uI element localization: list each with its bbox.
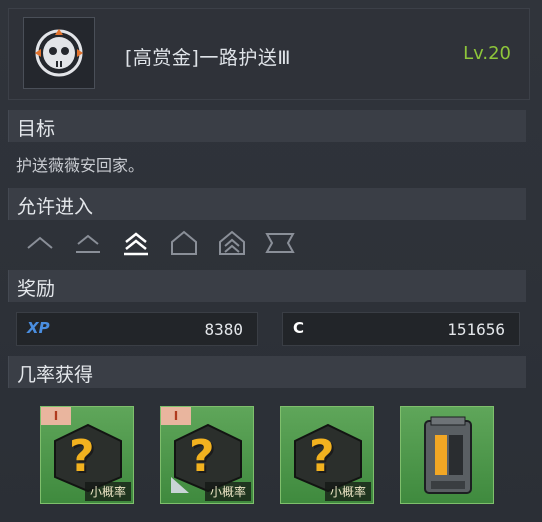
xp-value: 8380	[204, 320, 243, 339]
credits-reward: C 151656	[282, 312, 520, 346]
chevron-3-icon[interactable]	[120, 228, 152, 258]
drop-item-2[interactable]: ? I 小概率	[160, 406, 254, 504]
drop-item-4[interactable]	[400, 406, 494, 504]
house-chevrons-icon[interactable]	[216, 228, 248, 258]
xp-icon: XP	[27, 319, 50, 337]
drop-chance: 小概率	[204, 482, 251, 501]
canister-icon	[424, 416, 472, 494]
banner-icon[interactable]	[264, 228, 296, 258]
rewards-label: 奖励	[17, 278, 56, 300]
drop-item-1[interactable]: ? I 小概率	[40, 406, 134, 504]
difficulty-row	[24, 228, 324, 258]
house-icon[interactable]	[168, 228, 200, 258]
objective-section-header: 目标	[8, 110, 526, 142]
mission-panel: [高赏金]一路护送Ⅲ Lv.20 目标 护送薇薇安回家。 允许进入 奖励 XP …	[0, 0, 542, 522]
tier-tag: I	[41, 407, 71, 425]
question-mark-icon: ?	[69, 431, 95, 482]
chevron-2-icon[interactable]	[72, 228, 104, 258]
tier-tag: I	[161, 407, 191, 425]
chevron-1-icon[interactable]	[24, 228, 56, 258]
drops-label: 几率获得	[17, 364, 94, 386]
drop-chance: 小概率	[324, 482, 371, 501]
entry-label: 允许进入	[17, 196, 94, 218]
rewards-section-header: 奖励	[8, 270, 526, 302]
xp-reward: XP 8380	[16, 312, 258, 346]
drop-chance: 小概率	[84, 482, 131, 501]
credits-icon: C	[293, 319, 305, 337]
objective-text: 护送薇薇安回家。	[16, 156, 145, 175]
entry-section-header: 允许进入	[8, 188, 526, 220]
objective-label: 目标	[17, 118, 56, 140]
mission-title: [高赏金]一路护送Ⅲ	[125, 47, 291, 69]
mission-level: Lv.20	[463, 43, 511, 64]
question-mark-icon: ?	[189, 431, 215, 482]
mission-header: [高赏金]一路护送Ⅲ Lv.20	[8, 8, 530, 100]
drops-section-header: 几率获得	[8, 356, 526, 388]
skull-emblem-icon	[35, 29, 83, 77]
drop-item-3[interactable]: ? 小概率	[280, 406, 374, 504]
credits-value: 151656	[447, 320, 505, 339]
mission-badge	[23, 17, 95, 89]
question-mark-icon: ?	[309, 431, 335, 482]
